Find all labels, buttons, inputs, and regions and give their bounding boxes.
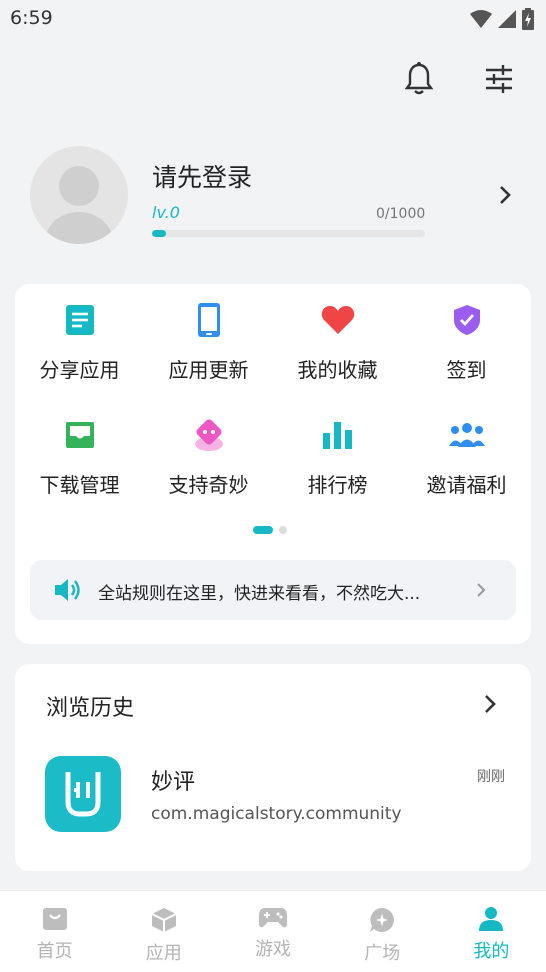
tab-square[interactable]: 广场 bbox=[328, 891, 437, 972]
gamepad-icon bbox=[259, 908, 287, 928]
notification-button[interactable] bbox=[402, 62, 436, 96]
history-card: 浏览历史 妙评 com.magicalstory.community 刚刚 bbox=[15, 664, 531, 871]
signal-icon bbox=[498, 10, 516, 28]
download-manager-item[interactable]: 下载管理 bbox=[15, 415, 144, 498]
home-icon bbox=[42, 908, 67, 930]
chat-icon bbox=[370, 908, 395, 932]
settings-button[interactable] bbox=[482, 62, 516, 96]
app-icon bbox=[45, 756, 121, 832]
battery-icon bbox=[522, 8, 534, 30]
chevron-right-icon[interactable] bbox=[498, 184, 512, 206]
cube-icon bbox=[151, 908, 177, 932]
support-item[interactable]: 支持奇妙 bbox=[144, 415, 273, 498]
visit-time: 刚刚 bbox=[477, 769, 505, 785]
phone-icon bbox=[189, 300, 229, 340]
tab-home[interactable]: 首页 bbox=[0, 891, 109, 972]
share-doc-icon bbox=[60, 300, 100, 340]
grid-label: 排行榜 bbox=[307, 473, 368, 497]
profile-header[interactable]: 请先登录 lv.0 0/1000 bbox=[30, 146, 520, 246]
notice-text: 全站规则在这里，快进来看看，不然吃大... bbox=[98, 584, 421, 604]
grid-label: 分享应用 bbox=[39, 358, 120, 382]
tab-label: 广场 bbox=[364, 943, 401, 964]
tab-label: 游戏 bbox=[255, 939, 291, 960]
page-indicator bbox=[253, 526, 287, 534]
notice-banner[interactable]: 全站规则在这里，快进来看看，不然吃大... bbox=[30, 560, 516, 620]
experience-progress-bar bbox=[152, 230, 425, 237]
experience-progress-fill bbox=[152, 230, 166, 237]
page-dot-active bbox=[253, 526, 273, 534]
app-package: com.magicalstory.community bbox=[151, 804, 402, 824]
tab-label: 首页 bbox=[36, 941, 73, 962]
feature-card: 分享应用 应用更新 我的收藏 签到 下载管理 支持奇妙 排行榜 邀请福利 全站规… bbox=[15, 284, 531, 644]
tab-label: 我的 bbox=[473, 941, 510, 962]
user-level: lv.0 bbox=[152, 203, 180, 222]
person-icon bbox=[479, 907, 504, 931]
invite-item[interactable]: 邀请福利 bbox=[402, 415, 531, 498]
history-item[interactable]: 妙评 com.magicalstory.community 刚刚 bbox=[45, 756, 505, 836]
avatar[interactable] bbox=[30, 146, 128, 244]
status-bar: 6:59 bbox=[0, 0, 546, 38]
app-name: 妙评 bbox=[151, 770, 196, 795]
bar-chart-icon bbox=[318, 415, 358, 455]
status-time: 6:59 bbox=[10, 7, 53, 29]
wifi-icon bbox=[470, 10, 492, 28]
history-title: 浏览历史 bbox=[46, 696, 135, 721]
sliders-icon bbox=[486, 65, 512, 93]
miaoping-logo-icon bbox=[65, 772, 101, 817]
experience-count: 0/1000 bbox=[376, 206, 426, 222]
check-badge-icon bbox=[447, 300, 487, 340]
heart-icon bbox=[318, 300, 358, 340]
group-icon bbox=[447, 415, 487, 455]
share-app-item[interactable]: 分享应用 bbox=[15, 300, 144, 383]
tab-label: 应用 bbox=[145, 943, 182, 964]
download-tray-icon bbox=[60, 415, 100, 455]
grid-label: 我的收藏 bbox=[297, 358, 378, 382]
chevron-right-icon[interactable] bbox=[483, 694, 497, 714]
grid-label: 支持奇妙 bbox=[168, 473, 249, 497]
grid-label: 下载管理 bbox=[39, 473, 120, 497]
grid-label: 签到 bbox=[446, 358, 487, 382]
grid-label: 邀请福利 bbox=[426, 473, 507, 497]
login-prompt[interactable]: 请先登录 bbox=[152, 158, 252, 194]
bottom-tab-bar: 首页 应用 游戏 广场 我的 bbox=[0, 890, 546, 972]
page-dot bbox=[279, 526, 287, 534]
bell-icon bbox=[404, 62, 434, 95]
speaker-icon bbox=[55, 579, 80, 601]
grid-label: 应用更新 bbox=[168, 358, 249, 382]
check-in-item[interactable]: 签到 bbox=[402, 300, 531, 383]
ranking-item[interactable]: 排行榜 bbox=[273, 415, 402, 498]
chevron-right-icon bbox=[477, 583, 486, 597]
favorites-item[interactable]: 我的收藏 bbox=[273, 300, 402, 383]
top-actions bbox=[402, 62, 516, 96]
tab-games[interactable]: 游戏 bbox=[218, 891, 327, 972]
tab-apps[interactable]: 应用 bbox=[109, 891, 218, 972]
gift-icon bbox=[189, 415, 229, 455]
default-avatar-icon bbox=[45, 166, 113, 244]
app-update-item[interactable]: 应用更新 bbox=[144, 300, 273, 383]
tab-mine[interactable]: 我的 bbox=[437, 891, 546, 972]
feature-grid: 分享应用 应用更新 我的收藏 签到 下载管理 支持奇妙 排行榜 邀请福利 bbox=[15, 300, 531, 498]
